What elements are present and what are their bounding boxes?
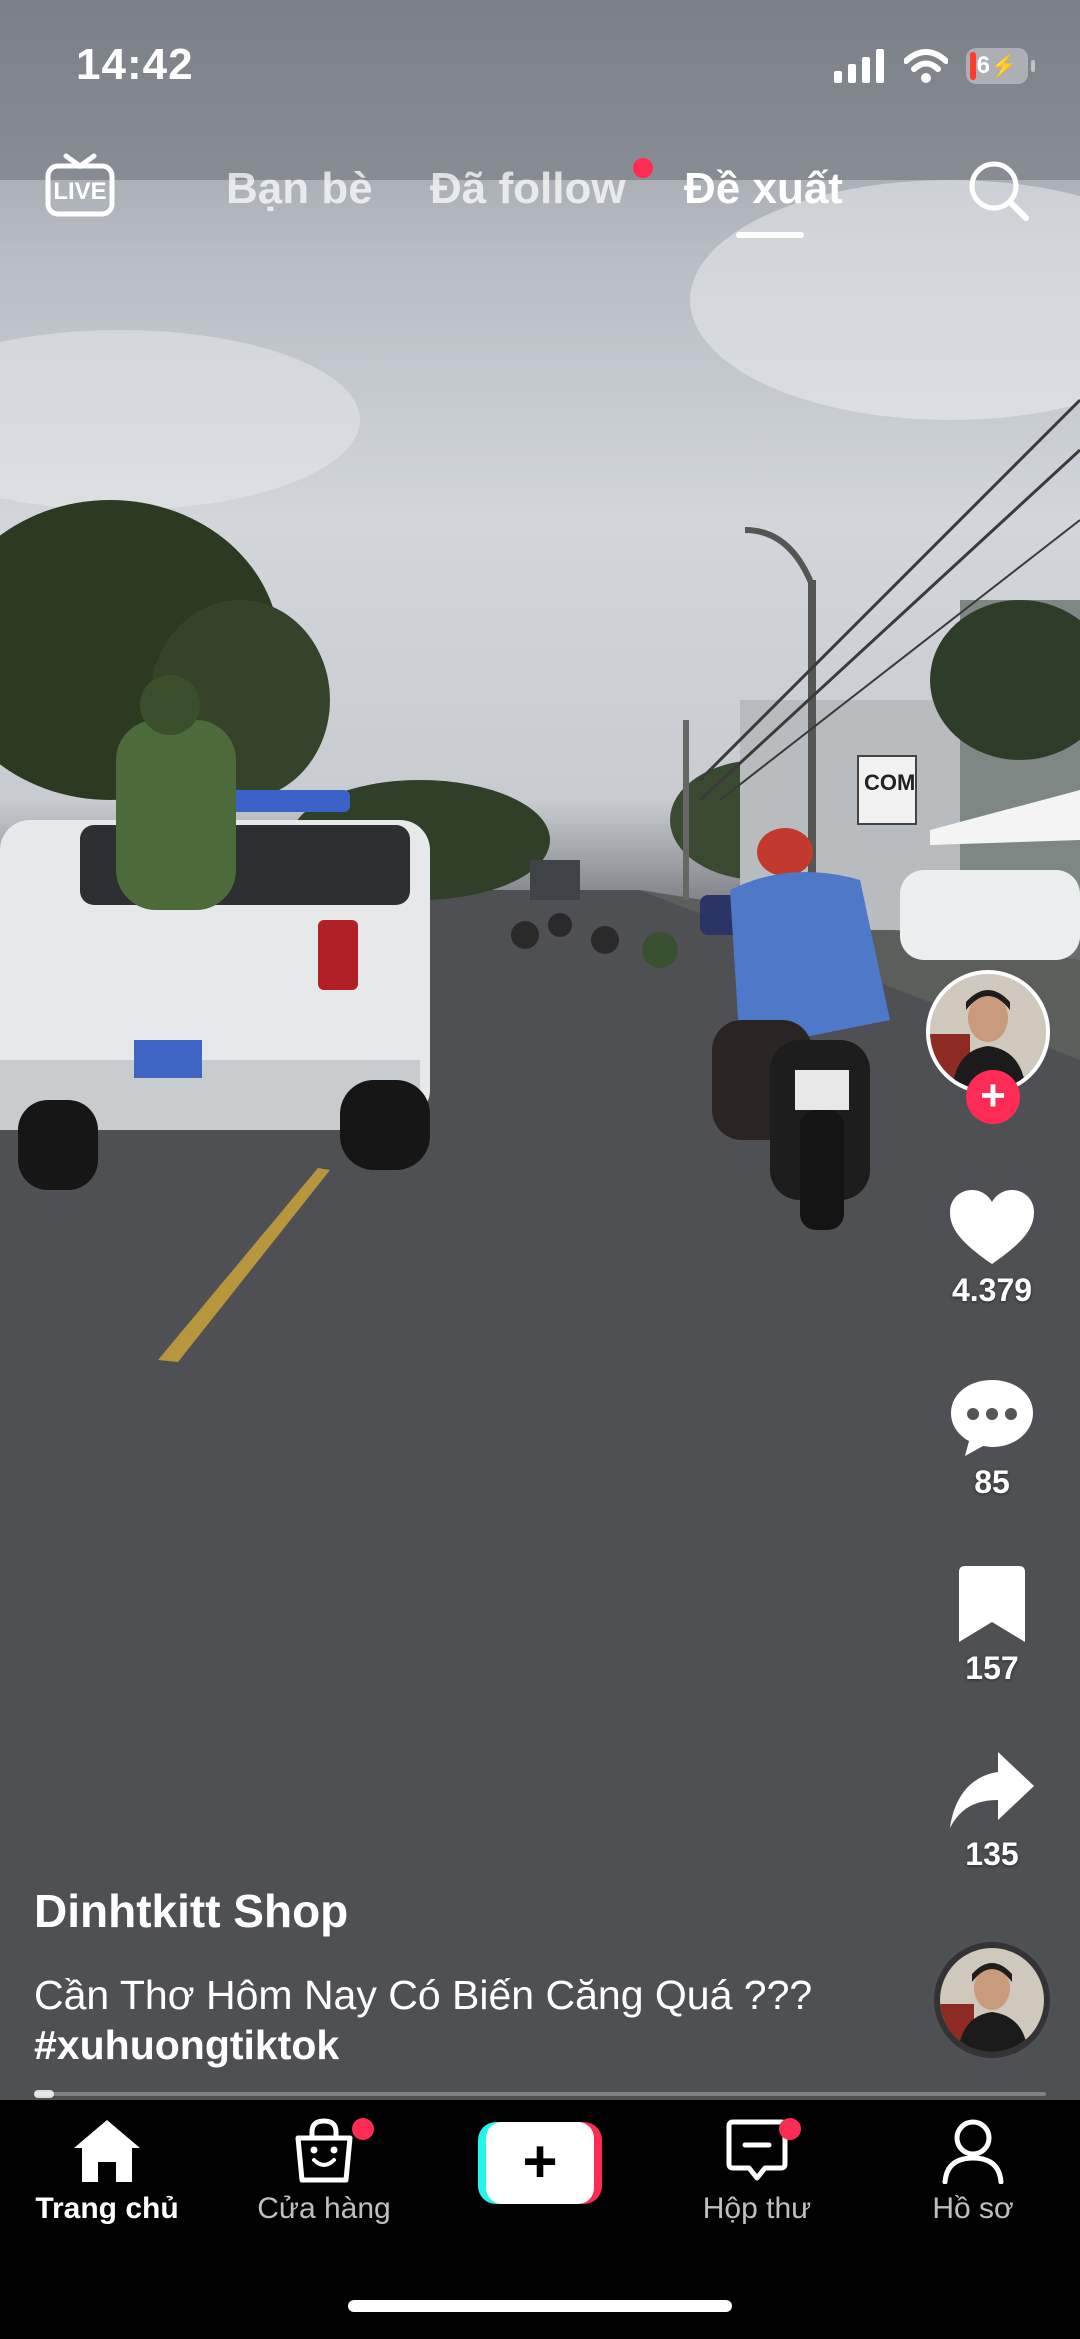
profile-icon <box>942 2119 1004 2184</box>
like-count: 4.379 <box>951 1272 1033 1308</box>
nav-shop-label: Cửa hàng <box>257 2192 391 2225</box>
home-indicator <box>348 2300 732 2312</box>
nav-inbox[interactable]: Hộp thư <box>657 2118 857 2226</box>
video-caption[interactable]: Cần Thơ Hôm Nay Có Biến Căng Quá ???#xuh… <box>34 1970 894 2070</box>
bookmark-icon <box>959 1566 1025 1642</box>
video-player[interactable]: COM <box>0 0 1080 2100</box>
share-count: 135 <box>965 1836 1019 1872</box>
nav-shop[interactable]: Cửa hàng <box>224 2118 424 2226</box>
cellular-signal-icon <box>834 49 884 83</box>
active-tab-indicator <box>736 232 804 238</box>
following-notification-dot <box>633 158 653 178</box>
tab-following[interactable]: Đã follow <box>430 164 626 214</box>
live-icon[interactable]: LIVE <box>44 150 116 222</box>
comment-count: 85 <box>974 1464 1010 1500</box>
video-progress-fill <box>34 2090 55 2098</box>
battery-level: 6 <box>976 52 990 79</box>
top-nav: LIVE Bạn bè Đã follow Đề xuất <box>0 150 1080 238</box>
create-plus-icon: + <box>486 2122 594 2204</box>
home-icon <box>74 2120 140 2182</box>
save-button[interactable]: 157 <box>922 1566 1062 1687</box>
nav-profile[interactable]: Hồ sơ <box>873 2118 1073 2226</box>
shopping-bag-icon <box>295 2118 353 2183</box>
nav-profile-label: Hồ sơ <box>932 2192 1014 2225</box>
shop-notification-badge <box>352 2118 374 2140</box>
nav-home-label: Trang chủ <box>35 2192 179 2225</box>
music-disc-icon[interactable] <box>934 1942 1050 2058</box>
battery-low-charging-icon: 6 ⚡ <box>966 48 1035 84</box>
wifi-icon <box>904 49 948 83</box>
like-button[interactable]: 4.379 <box>922 1190 1062 1309</box>
heart-icon <box>950 1190 1034 1264</box>
tab-for-you[interactable]: Đề xuất <box>684 164 843 214</box>
follow-plus-icon[interactable]: + <box>966 1070 1020 1124</box>
share-button[interactable]: 135 <box>922 1752 1062 1873</box>
nav-home[interactable]: Trang chủ <box>7 2118 207 2226</box>
caption-hashtag[interactable]: #xuhuongtiktok <box>34 2022 339 2068</box>
live-label: LIVE <box>53 178 106 205</box>
status-icons: 6 ⚡ <box>834 42 1035 90</box>
video-progress-bar[interactable] <box>34 2090 1046 2098</box>
inbox-notification-badge <box>779 2118 801 2140</box>
video-frame: COM <box>0 0 1080 2100</box>
bottom-nav: Trang chủ Cửa hàng + Hộp thư Hồ sơ <box>0 2100 1080 2339</box>
nav-inbox-label: Hộp thư <box>702 2192 812 2225</box>
caption-text: Cần Thơ Hôm Nay Có Biến Căng Quá ??? <box>34 1972 813 2018</box>
share-arrow-icon <box>950 1752 1034 1828</box>
save-count: 157 <box>965 1650 1019 1686</box>
comment-bubble-icon <box>951 1380 1033 1456</box>
svg-text:COM: COM <box>864 770 915 795</box>
create-button[interactable]: + <box>478 2122 602 2204</box>
status-time: 14:42 <box>76 40 194 89</box>
author-name[interactable]: Dinhtkitt Shop <box>34 1884 348 1938</box>
search-icon[interactable] <box>966 158 1030 222</box>
creator-avatar-group[interactable]: + <box>926 970 1058 1130</box>
comment-button[interactable]: 85 <box>922 1378 1062 1501</box>
tab-friends[interactable]: Bạn bè <box>226 164 373 214</box>
